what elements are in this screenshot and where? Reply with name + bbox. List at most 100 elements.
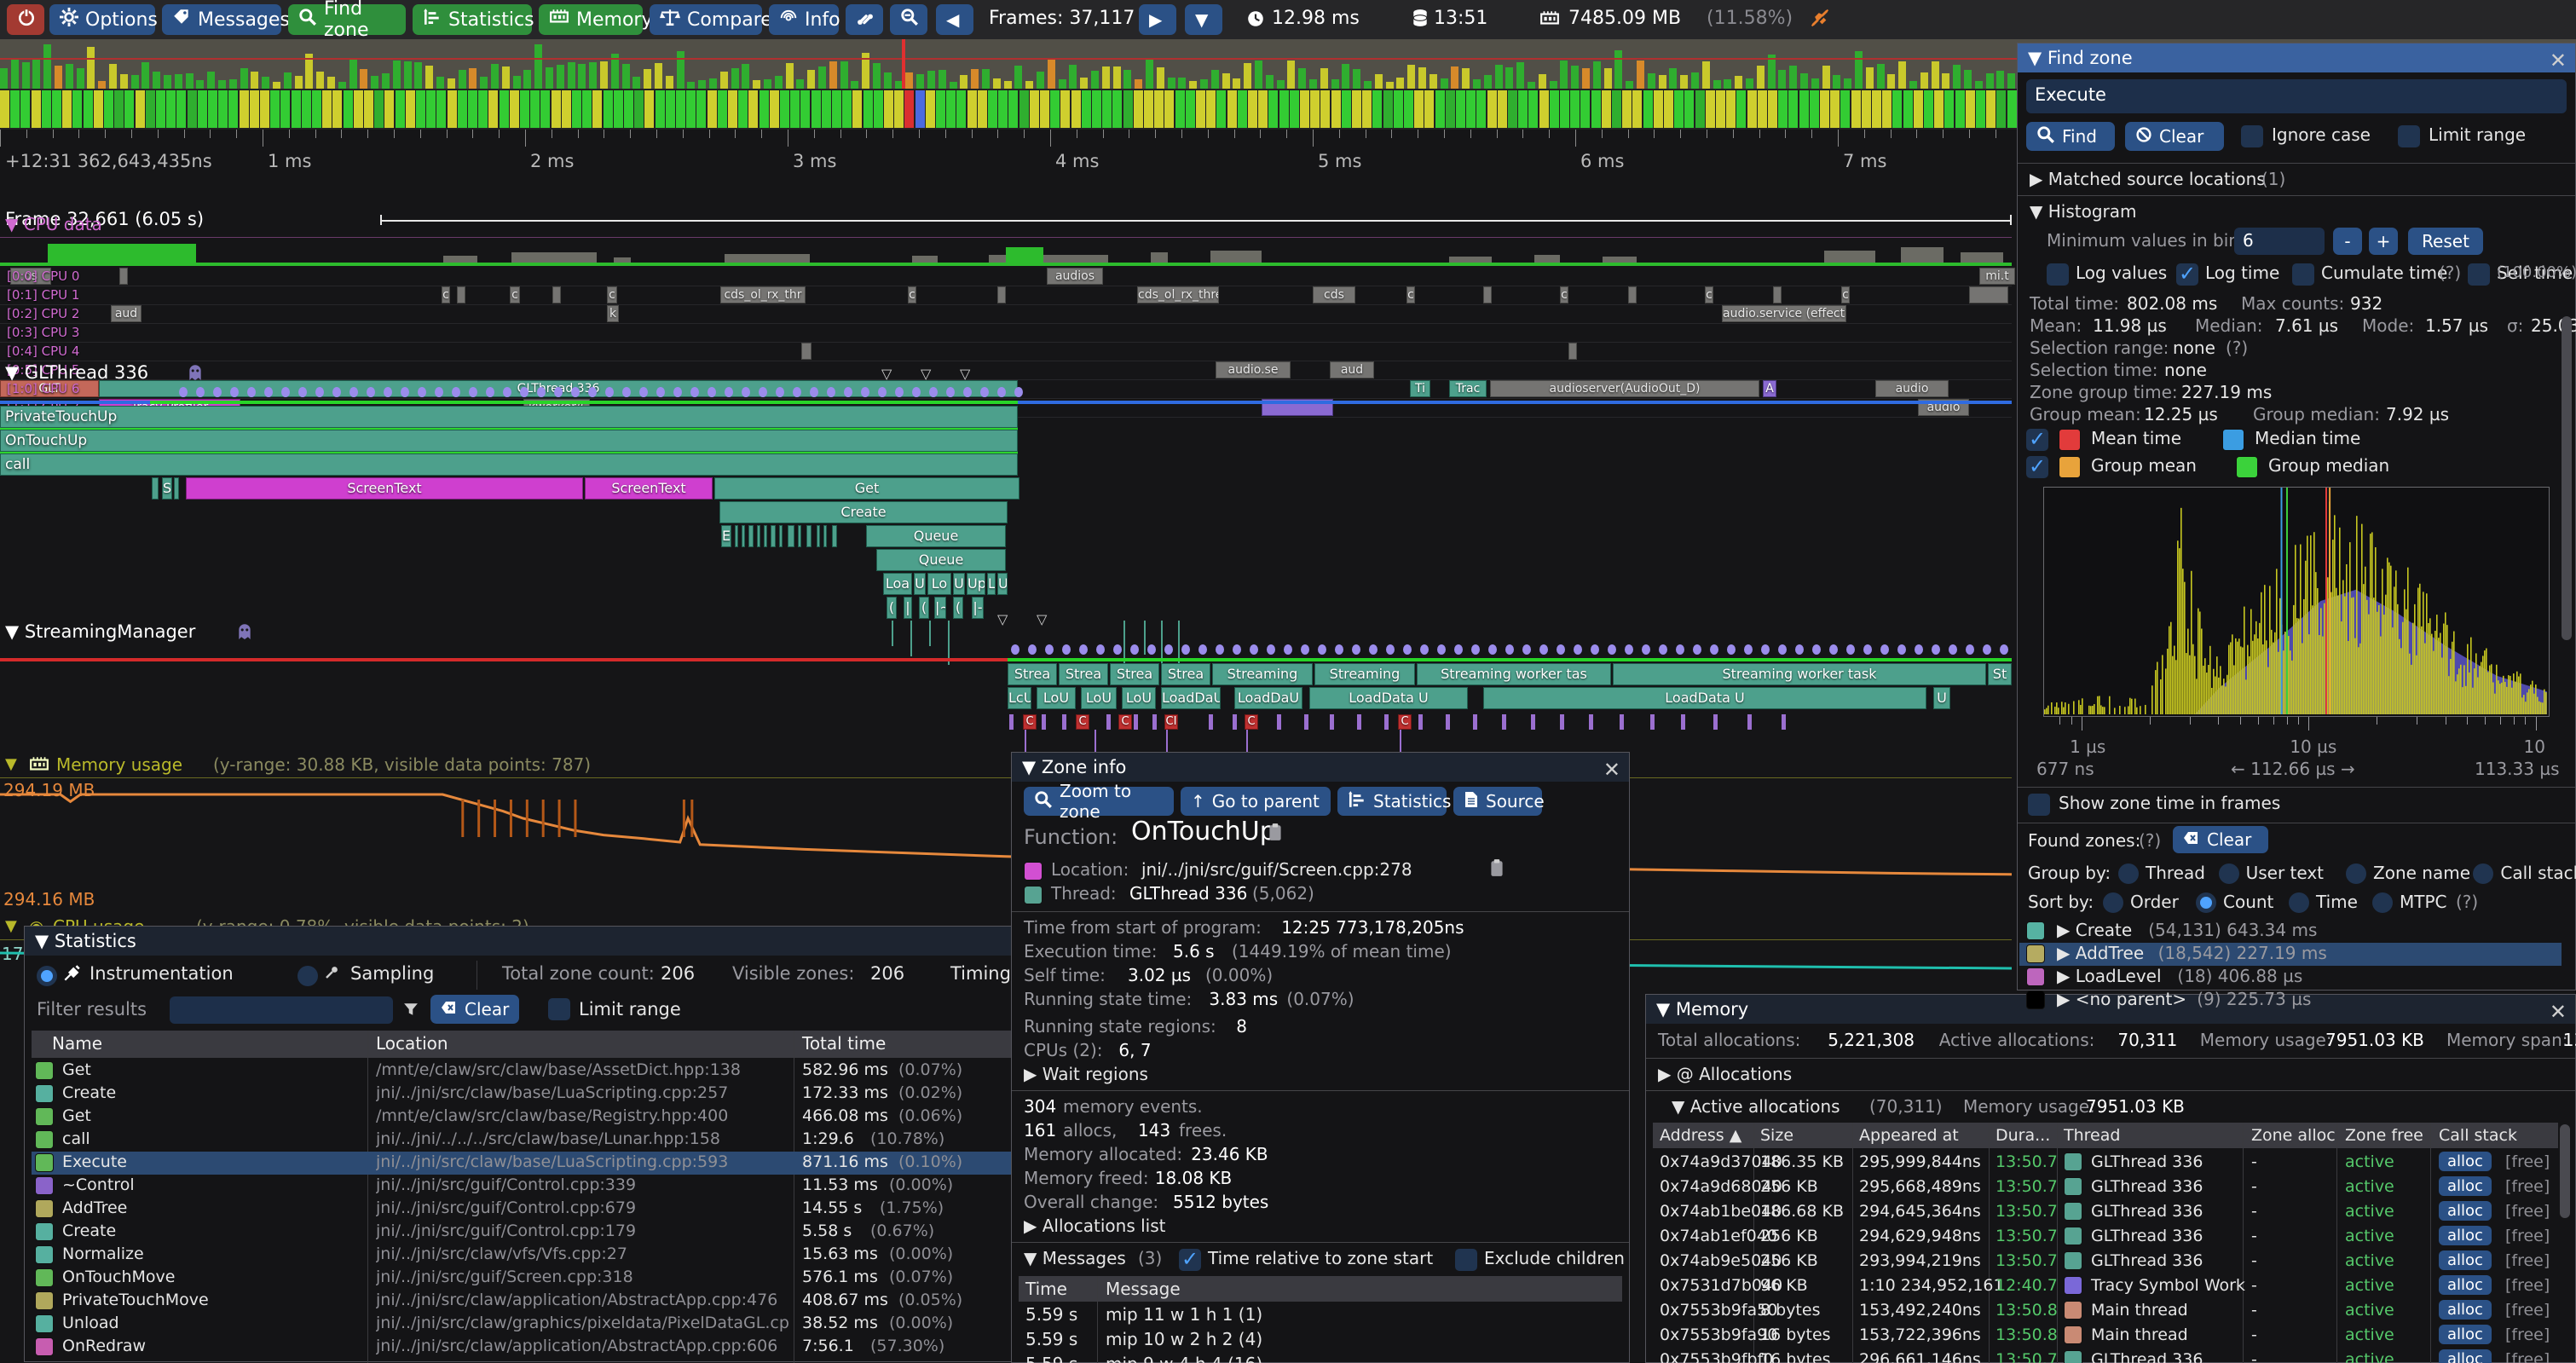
zone-bar[interactable]: Get <box>714 477 1019 500</box>
alloc-callstack-button[interactable]: alloc <box>2439 1201 2492 1221</box>
streaming-header[interactable]: ▼ StreamingManager <box>5 621 195 643</box>
micro-zone[interactable] <box>1106 714 1111 730</box>
help-q[interactable]: (?) <box>2439 262 2461 284</box>
alloc-callstack-button[interactable]: alloc <box>2439 1250 2492 1270</box>
zone-bar[interactable] <box>757 525 760 547</box>
micro-zone[interactable] <box>1042 714 1046 730</box>
matched-source-toggle[interactable]: ▶ Matched source locations <box>2030 168 2266 190</box>
micro-zone[interactable] <box>1152 714 1157 730</box>
zone-bar[interactable] <box>174 477 179 500</box>
micro-zone[interactable] <box>1620 714 1624 730</box>
toolbar-button-memory[interactable]: Memory <box>539 4 643 35</box>
group-by-user-text[interactable] <box>2219 863 2239 884</box>
zone-bar[interactable]: ( <box>919 597 929 619</box>
zone-bar[interactable] <box>832 525 837 547</box>
cpu-zone[interactable]: c <box>1560 286 1568 303</box>
cpu-zone[interactable]: c <box>1406 286 1415 303</box>
zone-bar[interactable]: LoadData U <box>1309 687 1468 709</box>
zone-bar[interactable]: S <box>162 477 172 500</box>
mem-col-2[interactable]: Appeared at <box>1859 1124 1959 1146</box>
help-q[interactable]: (?) <box>2139 829 2161 852</box>
alloc-callstack-button[interactable]: alloc <box>2439 1349 2492 1363</box>
sort-by-time[interactable] <box>2289 892 2309 913</box>
help-q[interactable]: (?) <box>2226 337 2248 359</box>
cpu-zone[interactable]: c <box>1841 286 1850 303</box>
micro-zone[interactable] <box>1233 714 1237 730</box>
clear-button[interactable]: Clear <box>2125 122 2224 151</box>
micro-zone[interactable] <box>1560 714 1564 730</box>
zone-bar[interactable]: LoU <box>1122 687 1156 709</box>
zone-bar[interactable]: Create <box>719 501 1008 523</box>
zone-bar[interactable]: LoadDaU <box>1234 687 1302 709</box>
cpu-zone[interactable] <box>1483 286 1492 303</box>
micro-zone[interactable] <box>1531 714 1535 730</box>
toolbar-button-power[interactable] <box>7 4 44 35</box>
micro-zone[interactable] <box>1713 714 1718 730</box>
mem-col-1[interactable]: Size <box>1760 1124 1793 1146</box>
limit-range-checkbox[interactable] <box>2398 125 2420 147</box>
found-zone-row[interactable]: ▶ <no parent>(9) 225.73 µs <box>2019 989 2562 1012</box>
zone-info-button-zoom-to-zone[interactable]: Zoom to zone <box>1024 787 1174 816</box>
zone-bar[interactable]: Strea <box>1008 663 1057 685</box>
minus-button[interactable]: - <box>2333 228 2362 255</box>
zone-info-button-go-to-parent[interactable]: ↑Go to parent <box>1181 787 1331 816</box>
cpu-data-header[interactable]: ▼ CPU data <box>5 213 102 235</box>
zone-bar[interactable] <box>817 525 820 547</box>
zone-info-button-source[interactable]: Source <box>1453 787 1542 816</box>
mem-col-0[interactable]: Address ▲ <box>1660 1124 1741 1146</box>
allocations-list-toggle[interactable]: ▶ Allocations list <box>1024 1215 1165 1237</box>
cpu-zone[interactable]: audio.service (effect) <box>1722 305 1846 322</box>
micro-zone[interactable] <box>1747 714 1752 730</box>
memory-row[interactable]: 0x7553b9fa508 bytes153,492,240ns13:50.8M… <box>1653 1298 2558 1323</box>
zone-bar[interactable]: Streaming <box>1212 663 1313 685</box>
cpu-zone[interactable] <box>997 286 1006 303</box>
sort-by-count[interactable] <box>2196 892 2216 913</box>
zone-bar[interactable] <box>0 453 1018 476</box>
memory-scrollbar[interactable] <box>2560 1124 2570 1218</box>
zone-bar[interactable]: Strea <box>1059 663 1108 685</box>
micro-zone[interactable] <box>1650 714 1655 730</box>
instrumentation-radio[interactable] <box>37 966 57 986</box>
clear-found-button[interactable]: Clear <box>2173 826 2268 853</box>
micro-zone[interactable] <box>1009 714 1014 730</box>
micro-zone[interactable] <box>1418 714 1423 730</box>
micro-zone[interactable] <box>1062 714 1066 730</box>
zone-bar[interactable]: U <box>914 573 926 595</box>
zone-bar[interactable]: Queue <box>876 549 1006 571</box>
toolbar-button-options[interactable]: Options <box>49 4 155 35</box>
zone-info-button-statistics[interactable]: Statistics <box>1337 787 1447 816</box>
micro-zone[interactable] <box>1589 714 1593 730</box>
zone-bar[interactable]: LoU <box>1081 687 1117 709</box>
alloc-callstack-button[interactable]: alloc <box>2439 1152 2492 1171</box>
memory-row[interactable]: 0x74ab9e5040256 KB293,994,219ns13:50.7GL… <box>1653 1249 2558 1273</box>
group-by-call-stacks[interactable] <box>2473 863 2493 884</box>
alloc-callstack-button[interactable]: alloc <box>2439 1300 2492 1320</box>
micro-zone-red[interactable]: C <box>1245 714 1258 730</box>
zone-bar[interactable] <box>823 525 827 547</box>
micro-zone[interactable] <box>1446 714 1450 730</box>
cpu-zone[interactable] <box>457 286 465 303</box>
cpu-zone[interactable]: c <box>1705 286 1713 303</box>
wait-regions-toggle[interactable]: ▶ Wait regions <box>1024 1063 1148 1085</box>
zone-bar[interactable] <box>764 525 767 547</box>
msg-col-message[interactable]: Message <box>1106 1278 1181 1300</box>
zone-bar[interactable] <box>0 406 1018 428</box>
zone-bar[interactable] <box>788 525 794 547</box>
plus-button[interactable]: + <box>2369 228 2398 255</box>
help-q[interactable]: (?) <box>2456 891 2478 913</box>
collapse-arrow[interactable]: ▼ <box>5 915 17 938</box>
group-by-zone-name[interactable] <box>2346 863 2366 884</box>
zone-bar[interactable]: ( <box>953 597 963 619</box>
mean-time-checkbox[interactable] <box>2026 429 2048 451</box>
mem-col-7[interactable]: Call stack <box>2439 1124 2517 1146</box>
group-mean-checkbox[interactable] <box>2026 456 2048 478</box>
cpu-zone[interactable]: mi.t <box>1979 268 2015 285</box>
cpu-zone[interactable] <box>1568 343 1577 360</box>
sampling-radio[interactable] <box>297 966 318 986</box>
cpu-zone[interactable] <box>119 268 128 285</box>
zone-bar[interactable]: LoadData U <box>1483 687 1926 709</box>
micro-zone[interactable] <box>1330 714 1334 730</box>
mem-col-4[interactable]: Thread <box>2064 1124 2120 1146</box>
zone-bar[interactable]: Up <box>967 573 985 595</box>
micro-zone[interactable] <box>1357 714 1361 730</box>
